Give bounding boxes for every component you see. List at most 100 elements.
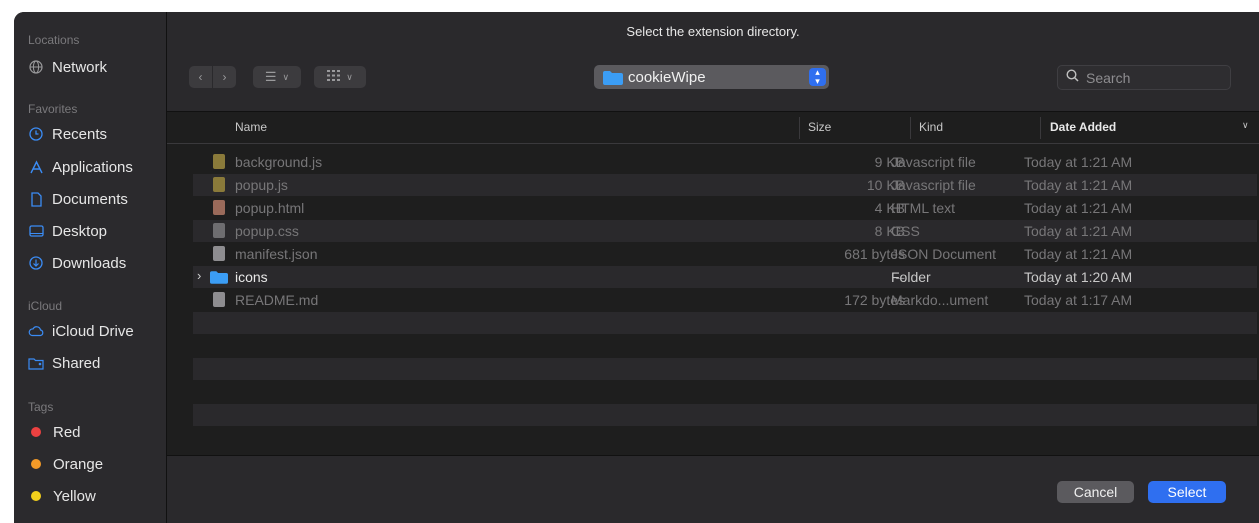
file-date: Today at 1:17 AM xyxy=(1024,292,1133,308)
empty-row-stripe xyxy=(193,312,1257,334)
table-row[interactable]: README.md 172 bytes Markdo...ument Today… xyxy=(193,289,1257,311)
back-button[interactable]: ‹ xyxy=(189,66,212,88)
yellow-tag-dot-icon xyxy=(31,491,41,501)
table-row[interactable]: popup.css 8 KB CSS Today at 1:21 AM xyxy=(193,220,1257,242)
folder-icon xyxy=(603,71,623,85)
file-kind: CSS xyxy=(891,223,920,239)
sidebar-item-tag-red[interactable]: Red xyxy=(28,421,81,443)
empty-row-stripe xyxy=(193,358,1257,380)
sidebar-item-documents[interactable]: Documents xyxy=(28,188,128,210)
download-icon xyxy=(28,255,44,271)
sidebar-item-icloud-drive[interactable]: iCloud Drive xyxy=(28,320,134,342)
sidebar-item-label: Orange xyxy=(53,455,104,473)
main-pane: Select the extension directory. ‹ › ☰ ∨ … xyxy=(167,12,1259,523)
sidebar-item-network[interactable]: Network xyxy=(28,56,107,78)
column-size-header[interactable]: Size xyxy=(808,120,831,134)
sidebar-item-label: Network xyxy=(52,58,108,76)
sidebar-item-label: Downloads xyxy=(52,254,127,272)
sidebar-item-label: Shared xyxy=(52,354,101,372)
sidebar-section-locations: Locations xyxy=(28,33,80,47)
column-date-added-header[interactable]: Date Added xyxy=(1050,120,1116,134)
sidebar-item-applications[interactable]: Applications xyxy=(28,156,133,178)
sidebar-item-label: Recents xyxy=(52,125,108,143)
sidebar-item-label: Red xyxy=(53,423,81,441)
list-view-icon: ☰ xyxy=(264,69,277,84)
chevron-right-icon: › xyxy=(222,70,227,84)
chevron-down-icon: ∨ xyxy=(346,71,353,82)
desktop-icon xyxy=(28,223,44,239)
red-tag-dot-icon xyxy=(31,427,41,437)
file-kind: Javascript file xyxy=(891,154,976,170)
dialog-title: Select the extension directory. xyxy=(626,24,800,39)
sidebar-item-tag-orange[interactable]: Orange xyxy=(28,453,103,475)
sidebar-item-desktop[interactable]: Desktop xyxy=(28,220,107,242)
sidebar-item-label: Desktop xyxy=(52,222,108,240)
dialog-footer: Cancel Select xyxy=(167,455,1259,523)
file-name: README.md xyxy=(235,292,319,308)
table-row[interactable]: manifest.json 681 bytes JSON Document To… xyxy=(193,243,1257,265)
sort-chevron-down-icon[interactable]: ∨ xyxy=(1242,120,1249,131)
sidebar-item-label: Yellow xyxy=(53,487,96,505)
file-kind: Javascript file xyxy=(891,177,976,193)
file-kind: Folder xyxy=(891,269,931,285)
file-name: popup.css xyxy=(235,223,299,239)
search-field[interactable] xyxy=(1057,65,1231,90)
select-button[interactable]: Select xyxy=(1148,481,1226,503)
sidebar-item-recents[interactable]: Recents xyxy=(28,123,107,145)
path-popup-label: cookieWipe xyxy=(628,69,706,86)
file-date: Today at 1:21 AM xyxy=(1024,154,1133,170)
cloud-icon xyxy=(28,323,44,339)
file-name: popup.html xyxy=(235,200,305,216)
list-view-button[interactable]: ☰ ∨ xyxy=(253,66,301,88)
text-file-icon xyxy=(213,292,225,307)
file-kind: HTML text xyxy=(891,200,956,216)
column-divider xyxy=(910,117,911,139)
search-input[interactable] xyxy=(1084,68,1226,88)
chevron-down-icon: ∨ xyxy=(282,71,290,82)
empty-row-stripe xyxy=(193,404,1257,426)
table-row-folder[interactable]: › icons -- Folder Today at 1:20 AM xyxy=(193,266,1257,288)
column-header: Name Size Kind Date Added ∨ xyxy=(167,112,1259,144)
shared-folder-icon xyxy=(28,355,44,371)
column-divider xyxy=(1040,117,1041,139)
search-icon xyxy=(1066,69,1079,85)
table-row[interactable]: background.js 9 KB Javascript file Today… xyxy=(193,151,1257,173)
table-row[interactable]: popup.js 10 KB Javascript file Today at … xyxy=(193,174,1257,196)
sidebar-item-tag-yellow[interactable]: Yellow xyxy=(28,485,96,507)
file-date: Today at 1:21 AM xyxy=(1024,223,1133,239)
grouping-button[interactable]: ∨ xyxy=(314,66,366,88)
disclosure-chevron-right-icon[interactable]: › xyxy=(197,268,201,283)
file-date: Today at 1:20 AM xyxy=(1024,269,1133,285)
document-icon xyxy=(28,191,44,207)
sidebar-item-label: Applications xyxy=(52,158,133,176)
table-row[interactable]: popup.html 4 KB HTML text Today at 1:21 … xyxy=(193,197,1257,219)
path-popup-button[interactable]: cookieWipe ▴ ▾ xyxy=(594,65,829,89)
sidebar-item-label: iCloud Drive xyxy=(52,322,134,340)
json-file-icon xyxy=(213,246,225,261)
js-file-icon xyxy=(213,177,225,192)
globe-icon xyxy=(28,59,44,75)
sidebar-item-shared[interactable]: Shared xyxy=(28,352,100,374)
file-date: Today at 1:21 AM xyxy=(1024,177,1133,193)
chevron-left-icon: ‹ xyxy=(198,70,203,84)
clock-icon xyxy=(28,126,44,142)
column-name-header[interactable]: Name xyxy=(235,120,267,134)
sidebar-item-label: Documents xyxy=(52,190,128,208)
column-kind-header[interactable]: Kind xyxy=(919,120,943,134)
sidebar-item-downloads[interactable]: Downloads xyxy=(28,252,126,274)
file-kind: Markdo...ument xyxy=(891,292,989,308)
orange-tag-dot-icon xyxy=(31,459,41,469)
forward-button[interactable]: › xyxy=(213,66,236,88)
sidebar-section-icloud: iCloud xyxy=(28,299,63,313)
html-file-icon xyxy=(213,200,225,215)
file-date: Today at 1:21 AM xyxy=(1024,200,1133,216)
up-down-chevron-icon: ▴ ▾ xyxy=(809,68,826,86)
js-file-icon xyxy=(213,154,225,169)
file-kind: JSON Document xyxy=(891,246,997,262)
css-file-icon xyxy=(213,223,225,238)
cancel-button[interactable]: Cancel xyxy=(1057,481,1134,503)
grid-icon xyxy=(327,70,341,84)
folder-icon xyxy=(210,271,228,284)
sidebar: Locations Network Favorites Recents Appl… xyxy=(14,12,167,523)
toolbar: Select the extension directory. ‹ › ☰ ∨ … xyxy=(167,12,1259,112)
